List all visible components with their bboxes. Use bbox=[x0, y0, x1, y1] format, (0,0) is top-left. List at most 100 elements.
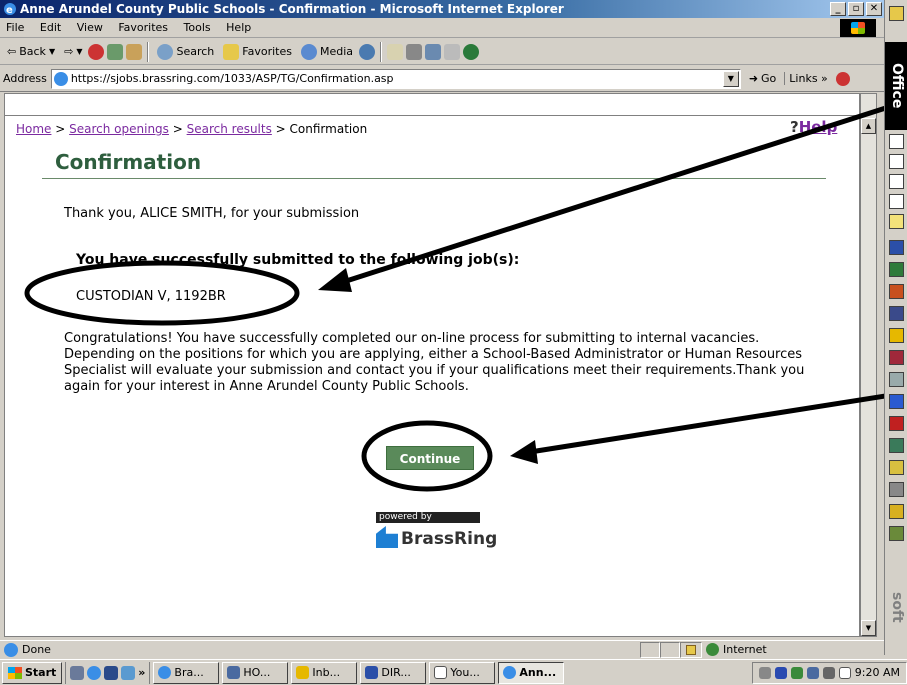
note-icon[interactable] bbox=[889, 214, 904, 229]
close-button[interactable]: ✕ bbox=[866, 2, 882, 16]
job-item: CUSTODIAN V, 1192BR bbox=[76, 289, 226, 304]
task-button-inbox[interactable]: Inb... bbox=[291, 661, 358, 684]
toolbar-extra-icon[interactable] bbox=[835, 71, 850, 86]
volume-icon[interactable] bbox=[758, 666, 771, 679]
menu-edit[interactable]: Edit bbox=[34, 18, 67, 37]
back-button[interactable]: ⇦ Back ▼ bbox=[4, 45, 58, 58]
key-icon[interactable] bbox=[889, 460, 904, 475]
clock: 9:20 AM bbox=[854, 666, 900, 679]
standard-toolbar: ⇦ Back ▼ ⇨ ▼ Search Favorites Media bbox=[0, 39, 884, 65]
binder-icon[interactable] bbox=[889, 416, 904, 431]
breadcrumb: Home > Search openings > Search results … bbox=[16, 122, 367, 136]
breadcrumb-home-link[interactable]: Home bbox=[16, 122, 51, 136]
search-button[interactable]: Search bbox=[154, 43, 217, 60]
globe-icon bbox=[706, 643, 719, 656]
ie-icon bbox=[158, 666, 172, 679]
edit-icon[interactable] bbox=[425, 43, 442, 60]
tools-icon[interactable] bbox=[889, 482, 904, 497]
menu-bar: File Edit View Favorites Tools Help bbox=[0, 18, 884, 38]
continue-button[interactable]: Continue bbox=[386, 446, 474, 470]
word-icon[interactable] bbox=[889, 240, 904, 255]
page-icon bbox=[4, 642, 18, 657]
vertical-scrollbar[interactable]: ▲ ▼ bbox=[860, 93, 877, 637]
task-icon[interactable] bbox=[889, 174, 904, 189]
menu-help[interactable]: Help bbox=[220, 18, 257, 37]
discuss-icon[interactable] bbox=[444, 43, 461, 60]
scroll-down-icon[interactable]: ▼ bbox=[861, 620, 876, 636]
refresh-icon[interactable] bbox=[107, 43, 124, 60]
chart-icon[interactable] bbox=[121, 665, 136, 680]
quick-launch-more[interactable]: » bbox=[138, 666, 145, 679]
task-button-ho[interactable]: HO... bbox=[222, 661, 289, 684]
system-tray: 9:20 AM bbox=[751, 661, 907, 684]
history-icon[interactable] bbox=[359, 43, 376, 60]
chevron-down-icon[interactable]: ▼ bbox=[722, 70, 739, 87]
media-label: Media bbox=[319, 45, 354, 58]
task-label: Inb... bbox=[312, 666, 341, 679]
task-button-dir[interactable]: DIR... bbox=[360, 661, 427, 684]
maximize-button[interactable]: ▫ bbox=[848, 2, 864, 16]
favorites-label: Favorites bbox=[242, 45, 292, 58]
mail-icon[interactable] bbox=[889, 134, 904, 149]
stop-icon[interactable] bbox=[88, 43, 105, 60]
menu-view[interactable]: View bbox=[71, 18, 109, 37]
address-bar: Address https://sjobs.brassring.com/1033… bbox=[0, 66, 884, 92]
frontpage-icon[interactable] bbox=[889, 394, 904, 409]
ie-icon bbox=[503, 666, 517, 679]
contact-icon[interactable] bbox=[889, 194, 904, 209]
task-label: HO... bbox=[243, 666, 271, 679]
mail-icon[interactable] bbox=[838, 666, 851, 679]
breadcrumb-search-results-link[interactable]: Search results bbox=[187, 122, 272, 136]
menu-favorites[interactable]: Favorites bbox=[112, 18, 174, 37]
links-button[interactable]: Links » bbox=[784, 72, 831, 85]
print-icon[interactable] bbox=[406, 43, 423, 60]
outlook-icon[interactable] bbox=[104, 665, 119, 680]
windows-logo-icon bbox=[840, 19, 876, 37]
go-label: Go bbox=[761, 72, 777, 85]
photo-icon[interactable] bbox=[889, 438, 904, 453]
powerpoint-icon[interactable] bbox=[889, 284, 904, 299]
internet-explorer-icon[interactable] bbox=[87, 665, 102, 680]
minimize-button[interactable]: _ bbox=[830, 2, 846, 16]
monitor-icon[interactable] bbox=[806, 666, 819, 679]
breadcrumb-search-openings-link[interactable]: Search openings bbox=[69, 122, 169, 136]
status-cell bbox=[660, 641, 680, 658]
printer-icon[interactable] bbox=[822, 666, 835, 679]
start-button[interactable]: Start bbox=[2, 661, 63, 684]
powered-by-label: powered by bbox=[376, 512, 480, 523]
access-icon[interactable] bbox=[889, 306, 904, 321]
messenger-icon[interactable] bbox=[463, 43, 480, 60]
menu-file[interactable]: File bbox=[0, 18, 30, 37]
task-button-brassring[interactable]: Bra... bbox=[153, 661, 220, 684]
excel-icon[interactable] bbox=[889, 262, 904, 277]
back-label: Back bbox=[19, 45, 46, 58]
show-desktop-icon[interactable] bbox=[70, 665, 85, 680]
publisher-icon[interactable] bbox=[889, 350, 904, 365]
address-input[interactable]: https://sjobs.brassring.com/1033/ASP/TG/… bbox=[50, 68, 741, 89]
game-icon[interactable] bbox=[889, 526, 904, 541]
window-titlebar: e Anne Arundel County Public Schools - C… bbox=[0, 0, 884, 18]
help-icon[interactable] bbox=[889, 504, 904, 519]
page-title: Confirmation bbox=[55, 150, 202, 174]
network-icon[interactable] bbox=[790, 666, 803, 679]
office-app-icon[interactable] bbox=[889, 6, 904, 21]
network-icon[interactable] bbox=[889, 372, 904, 387]
home-icon[interactable] bbox=[126, 43, 143, 60]
mail-icon[interactable] bbox=[387, 43, 404, 60]
scroll-up-icon[interactable]: ▲ bbox=[861, 118, 876, 134]
task-button-ann[interactable]: Ann... bbox=[498, 661, 565, 684]
task-label: Bra... bbox=[174, 666, 204, 679]
antivirus-icon[interactable] bbox=[774, 666, 787, 679]
outlook-icon[interactable] bbox=[889, 328, 904, 343]
back-arrow-icon: ⇦ bbox=[7, 45, 17, 58]
go-button[interactable]: ➜ Go bbox=[745, 72, 780, 85]
task-button-you[interactable]: You... bbox=[429, 661, 496, 684]
thank-you-message: Thank you, ALICE SMITH, for your submiss… bbox=[64, 206, 360, 221]
help-link[interactable]: ?Help bbox=[790, 118, 837, 136]
menu-tools[interactable]: Tools bbox=[178, 18, 217, 37]
favorites-button[interactable]: Favorites bbox=[220, 43, 295, 60]
calendar-icon[interactable] bbox=[889, 154, 904, 169]
forward-button[interactable]: ⇨ ▼ bbox=[61, 45, 85, 58]
windows-flag-icon bbox=[8, 666, 22, 679]
media-button[interactable]: Media bbox=[298, 43, 356, 60]
